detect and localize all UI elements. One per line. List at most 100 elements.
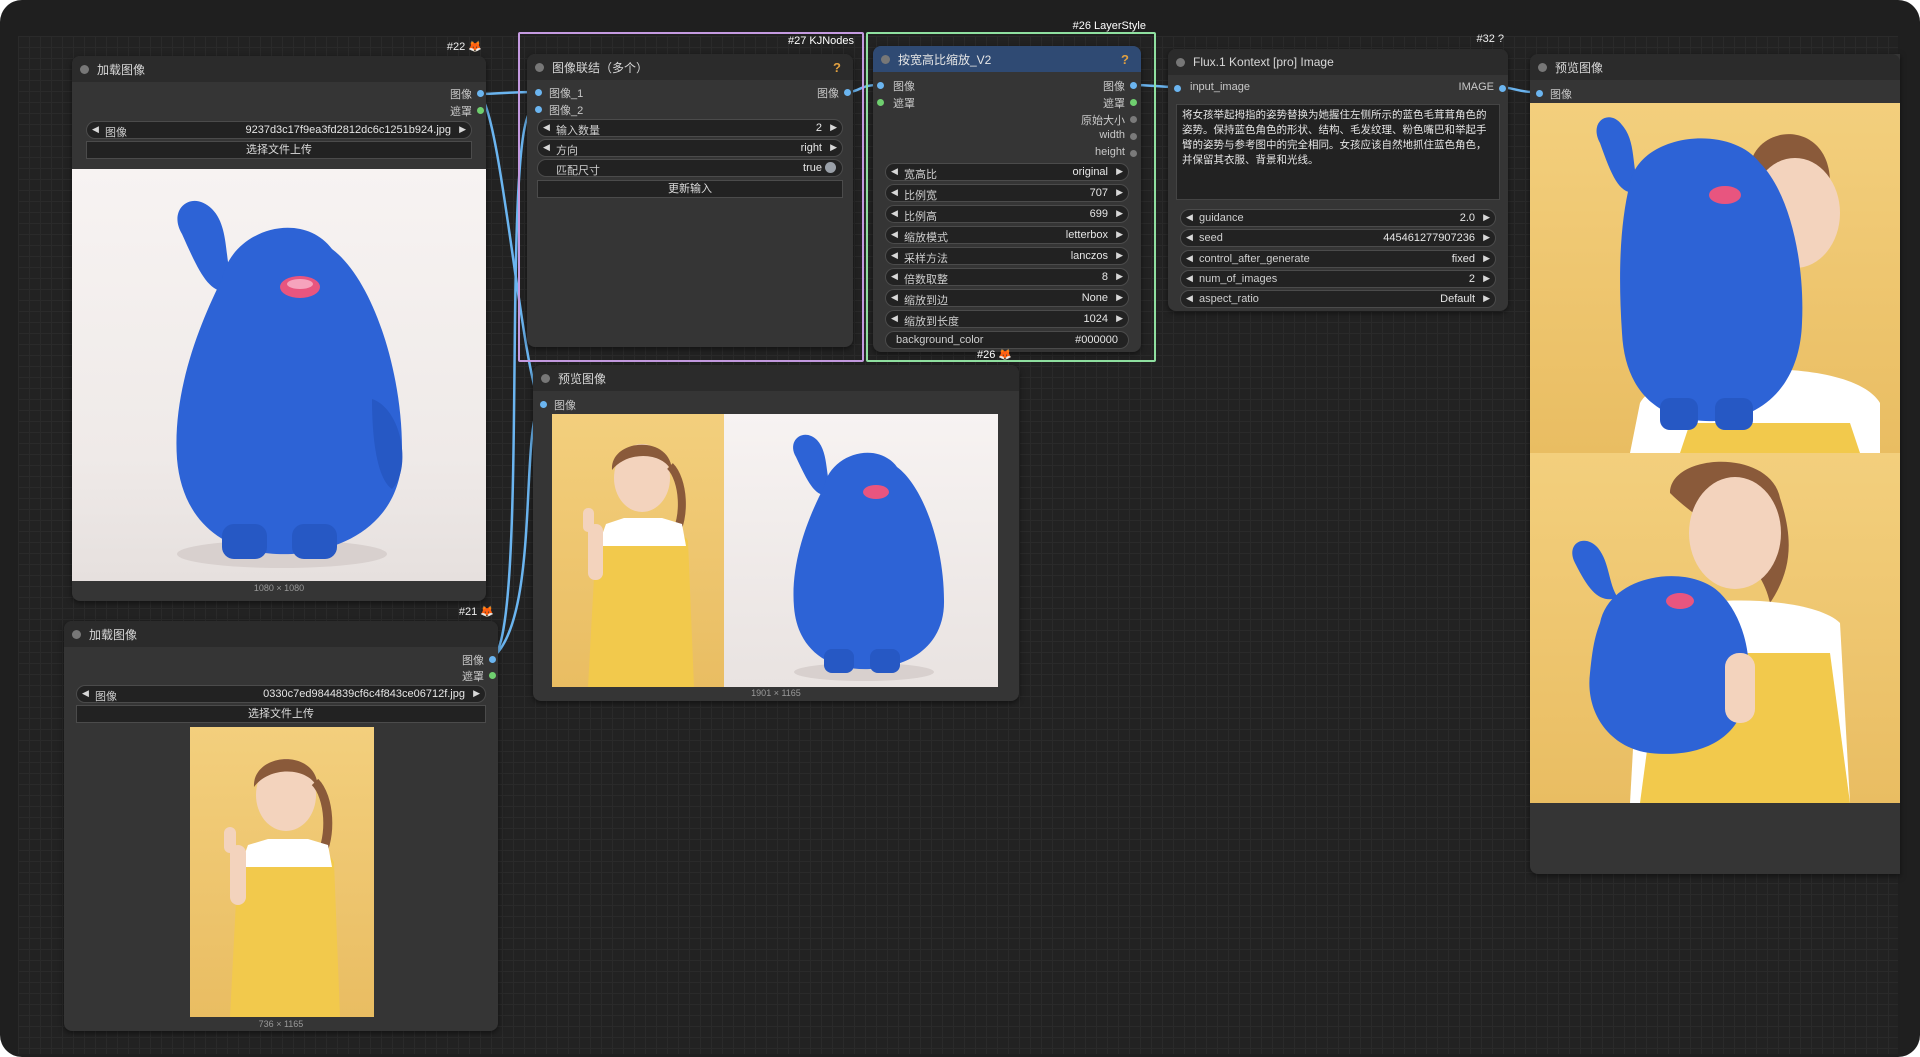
input-socket[interactable] <box>535 106 542 113</box>
output-mask[interactable]: 遮罩 <box>450 103 484 118</box>
output-image[interactable]: 图像 <box>1103 78 1137 93</box>
input-image[interactable]: 图像 <box>540 397 576 412</box>
arrow-left-icon[interactable]: ◀ <box>891 166 898 177</box>
output-image[interactable]: 图像 <box>817 85 851 100</box>
widget-background-color[interactable]: background_color #000000 <box>885 331 1129 349</box>
output-socket[interactable] <box>1499 85 1506 92</box>
output-socket[interactable] <box>1130 82 1137 89</box>
widget-aspect-ratio[interactable]: ◀ aspect_ratio Default ▶ <box>1180 290 1496 308</box>
arrow-right-icon[interactable]: ▶ <box>1116 313 1123 324</box>
arrow-right-icon[interactable]: ▶ <box>830 142 837 153</box>
arrow-right-icon[interactable]: ▶ <box>1116 229 1123 240</box>
collapse-dot[interactable] <box>535 62 544 72</box>
arrow-right-icon[interactable]: ▶ <box>1116 250 1123 261</box>
output-socket[interactable] <box>1130 99 1137 106</box>
arrow-right-icon[interactable]: ▶ <box>1116 187 1123 198</box>
widget-guidance[interactable]: ◀ guidance 2.0 ▶ <box>1180 209 1496 227</box>
output-socket-mask[interactable] <box>477 107 484 114</box>
node-title-bar[interactable]: 预览图像 <box>1530 54 1900 80</box>
arrow-right-icon[interactable]: ▶ <box>1116 271 1123 282</box>
image-concat-node[interactable]: 图像联结（多个） ? 图像_1 图像_2 图像 ◀ 输入数量 2 ▶ ◀ 方向 … <box>527 54 853 347</box>
arrow-right-icon[interactable]: ▶ <box>1483 293 1490 304</box>
widget-round-multiple[interactable]: ◀ 倍数取整 8 ▶ <box>885 268 1129 286</box>
toggle-match-size[interactable]: 匹配尺寸 true <box>537 159 843 177</box>
input-socket[interactable] <box>540 401 547 408</box>
arrow-right-icon[interactable]: ▶ <box>1483 253 1490 264</box>
arrow-left-icon[interactable]: ◀ <box>82 688 89 699</box>
node-title-bar[interactable]: 图像联结（多个） ? <box>527 54 853 80</box>
arrow-left-icon[interactable]: ◀ <box>1186 212 1193 223</box>
input-image-2[interactable]: 图像_2 <box>535 102 583 117</box>
widget-sampling-method[interactable]: ◀ 采样方法 lanczos ▶ <box>885 247 1129 265</box>
arrow-left-icon[interactable]: ◀ <box>543 142 550 153</box>
arrow-right-icon[interactable]: ▶ <box>473 688 480 699</box>
image-file-select[interactable]: ◀ 图像 9237d3c17f9ea3fd2812dc6c1251b924.jp… <box>86 121 472 139</box>
load-image-node-21[interactable]: #21 🦊 加载图像 图像 遮罩 ◀ 图像 0330c7ed9844839cf6… <box>64 606 498 1031</box>
arrow-left-icon[interactable]: ◀ <box>543 122 550 133</box>
output-socket[interactable] <box>1130 116 1137 123</box>
input-socket[interactable] <box>1536 90 1543 97</box>
arrow-left-icon[interactable]: ◀ <box>891 250 898 261</box>
preview-image-node-right[interactable]: 预览图像 图像 <box>1530 54 1900 874</box>
collapse-dot[interactable] <box>541 373 550 383</box>
collapse-dot[interactable] <box>1176 57 1185 67</box>
upload-button[interactable]: 选择文件上传 <box>86 141 472 159</box>
output-socket-image[interactable] <box>477 90 484 97</box>
arrow-left-icon[interactable]: ◀ <box>891 271 898 282</box>
input-mask[interactable]: 遮罩 <box>877 95 915 110</box>
help-icon[interactable]: ? <box>833 60 841 75</box>
collapse-dot[interactable] <box>881 54 890 64</box>
arrow-left-icon[interactable]: ◀ <box>1186 293 1193 304</box>
arrow-left-icon[interactable]: ◀ <box>891 313 898 324</box>
arrow-right-icon[interactable]: ▶ <box>459 124 466 135</box>
widget-input-count[interactable]: ◀ 输入数量 2 ▶ <box>537 119 843 137</box>
node-title-bar[interactable]: 加载图像 <box>64 621 498 647</box>
update-inputs-button[interactable]: 更新输入 <box>537 180 843 198</box>
arrow-right-icon[interactable]: ▶ <box>1483 273 1490 284</box>
arrow-left-icon[interactable]: ◀ <box>1186 253 1193 264</box>
widget-scale-to-side[interactable]: ◀ 缩放到边 None ▶ <box>885 289 1129 307</box>
load-image-node-22[interactable]: #22 🦊 加载图像 图像 遮罩 ◀ 图像 9237d3c17f9ea3fd28… <box>72 41 486 601</box>
output-socket[interactable] <box>1130 150 1137 157</box>
widget-scale-to-length[interactable]: ◀ 缩放到长度 1024 ▶ <box>885 310 1129 328</box>
widget-control-after-generate[interactable]: ◀ control_after_generate fixed ▶ <box>1180 250 1496 268</box>
preview-image-node-mid[interactable]: 预览图像 图像 1901 × 1165 <box>533 365 1019 701</box>
input-image[interactable]: input_image <box>1174 81 1250 95</box>
widget-ratio-width[interactable]: ◀ 比例宽 707 ▶ <box>885 184 1129 202</box>
input-image[interactable]: 图像 <box>877 78 915 93</box>
arrow-left-icon[interactable]: ◀ <box>891 208 898 219</box>
collapse-dot[interactable] <box>72 629 81 639</box>
output-image[interactable]: 图像 <box>462 652 496 667</box>
output-height[interactable]: height <box>1095 146 1137 160</box>
arrow-right-icon[interactable]: ▶ <box>1116 166 1123 177</box>
upload-button[interactable]: 选择文件上传 <box>76 705 486 723</box>
input-socket[interactable] <box>877 99 884 106</box>
widget-ratio-height[interactable]: ◀ 比例高 699 ▶ <box>885 205 1129 223</box>
input-socket[interactable] <box>877 82 884 89</box>
comfyui-canvas[interactable]: #22 🦊 加载图像 图像 遮罩 ◀ 图像 9237d3c17f9ea3fd28… <box>0 0 1920 1057</box>
arrow-left-icon[interactable]: ◀ <box>1186 232 1193 243</box>
arrow-right-icon[interactable]: ▶ <box>1116 292 1123 303</box>
output-socket[interactable] <box>1130 133 1137 140</box>
help-icon[interactable]: ? <box>1121 52 1129 67</box>
arrow-right-icon[interactable]: ▶ <box>1483 232 1490 243</box>
node-title-bar[interactable]: Flux.1 Kontext [pro] Image <box>1168 49 1508 75</box>
prompt-textarea[interactable]: 将女孩举起拇指的姿势替换为她握住左侧所示的蓝色毛茸茸角色的姿势。保持蓝色角色的形… <box>1176 104 1500 200</box>
output-mask[interactable]: 遮罩 <box>1103 95 1137 110</box>
output-image[interactable]: IMAGE <box>1459 81 1506 95</box>
flux-kontext-pro-node[interactable]: #32 ? Flux.1 Kontext [pro] Image input_i… <box>1168 33 1508 311</box>
widget-num-of-images[interactable]: ◀ num_of_images 2 ▶ <box>1180 270 1496 288</box>
arrow-left-icon[interactable]: ◀ <box>92 124 99 135</box>
output-original-size[interactable]: 原始大小 <box>1081 112 1137 127</box>
arrow-left-icon[interactable]: ◀ <box>891 292 898 303</box>
input-socket[interactable] <box>1174 85 1181 92</box>
widget-aspect-ratio[interactable]: ◀ 宽高比 original ▶ <box>885 163 1129 181</box>
resize-by-aspect-ratio-node[interactable]: 按宽高比缩放_V2 ? 图像 遮罩 图像 遮罩 原始大小 width heigh <box>873 46 1141 352</box>
output-image[interactable]: 图像 <box>450 86 484 101</box>
node-title-bar[interactable]: 按宽高比缩放_V2 ? <box>873 46 1141 72</box>
output-width[interactable]: width <box>1099 129 1137 143</box>
input-image[interactable]: 图像 <box>1536 86 1572 101</box>
arrow-right-icon[interactable]: ▶ <box>830 122 837 133</box>
node-title-bar[interactable]: 预览图像 <box>533 365 1019 391</box>
image-file-select[interactable]: ◀ 图像 0330c7ed9844839cf6c4f843ce06712f.jp… <box>76 685 486 703</box>
